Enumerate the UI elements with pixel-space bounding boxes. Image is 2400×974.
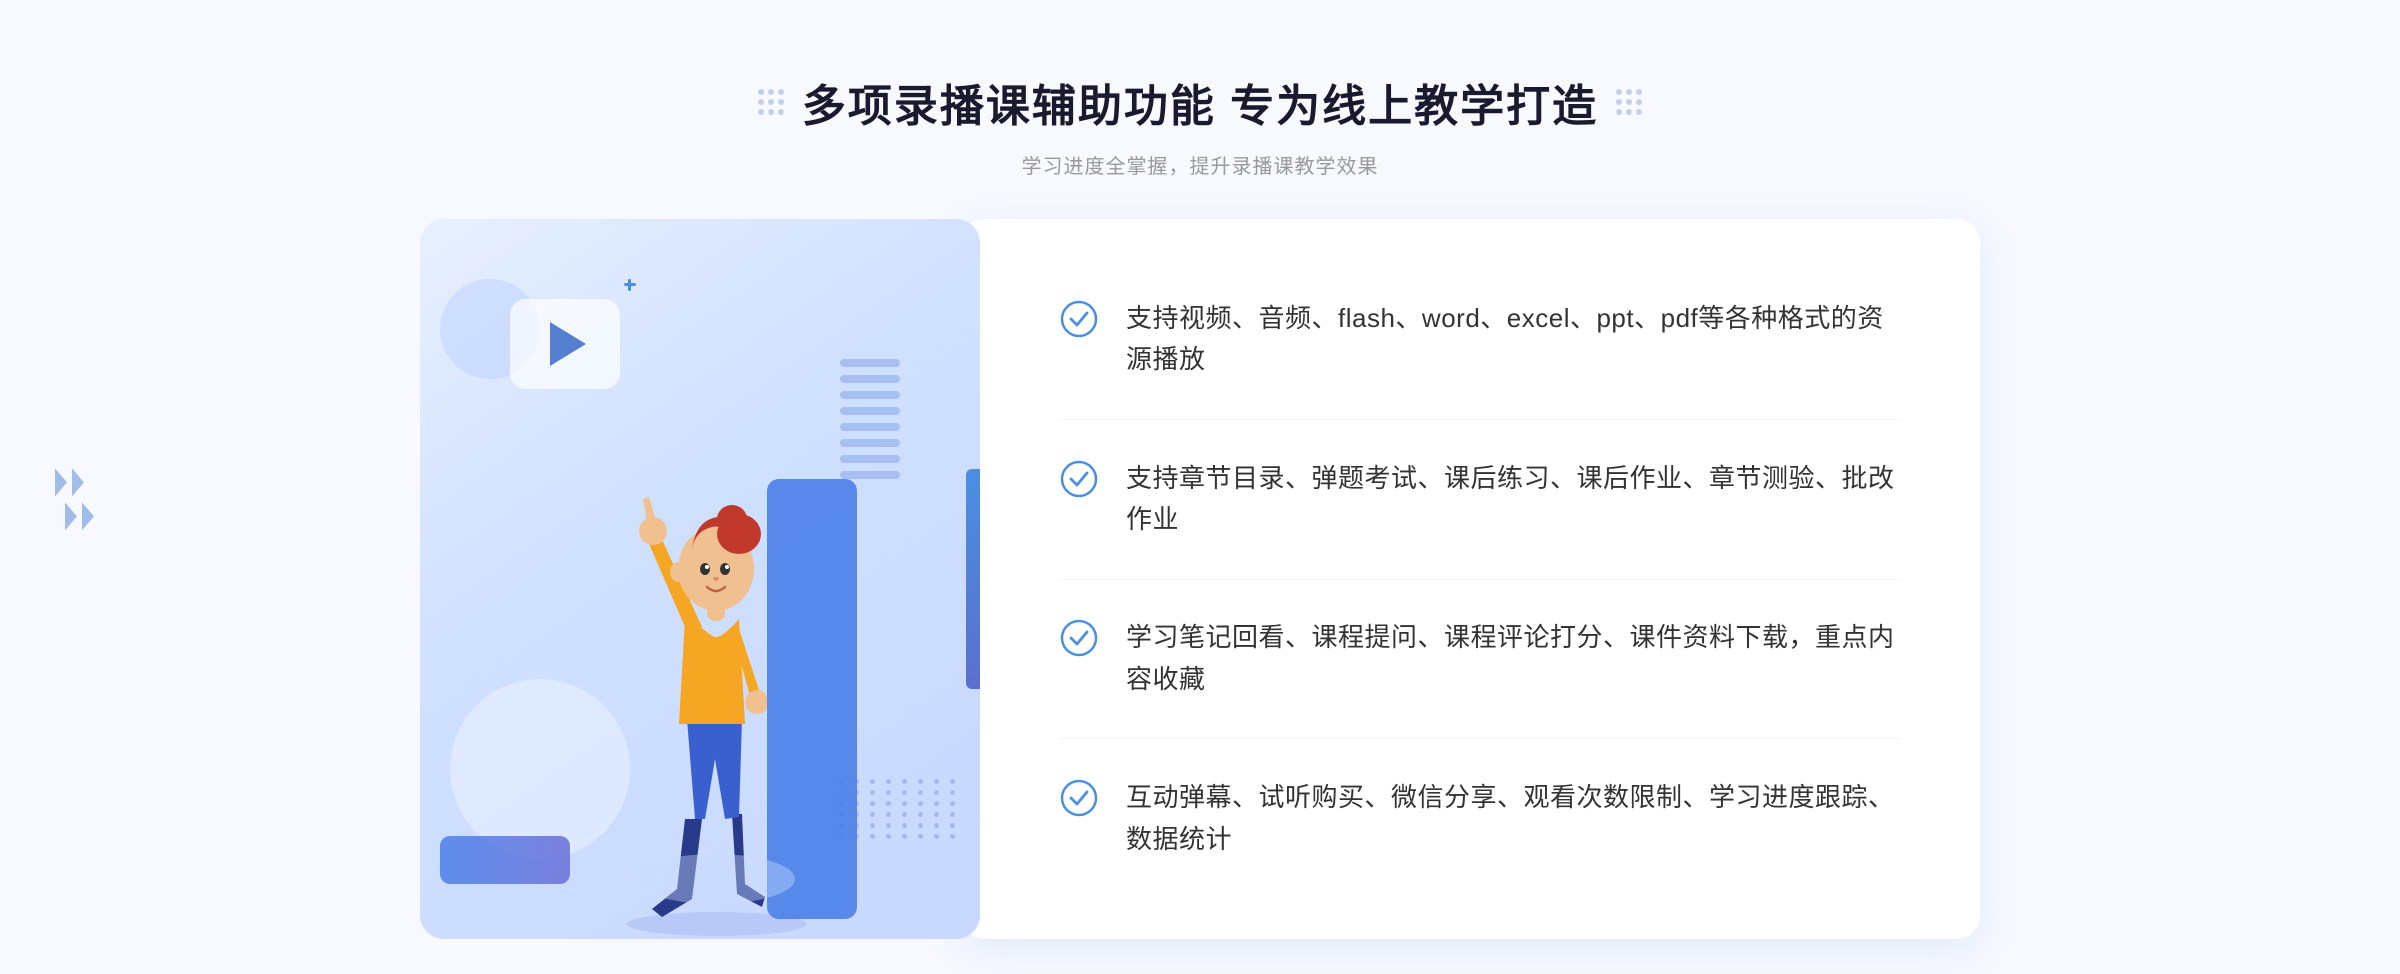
page-title: 多项录播课辅助功能 专为线上教学打造 <box>802 70 1598 134</box>
feature-text-1: 支持视频、音频、flash、word、excel、ppt、pdf等各种格式的资源… <box>1126 298 1900 381</box>
feature-item-2: 支持章节目录、弹题考试、课后练习、课后作业、章节测验、批改作业 <box>1060 438 1900 561</box>
divider-2 <box>1060 579 1900 580</box>
feature-item-1: 支持视频、音频、flash、word、excel、ppt、pdf等各种格式的资源… <box>1060 278 1900 401</box>
feature-text-4: 互动弹幕、试听购买、微信分享、观看次数限制、学习进度跟踪、数据统计 <box>1126 777 1900 860</box>
header-section: 多项录播课辅助功能 专为线上教学打造 学习进度全掌握，提升录播课教学效果 <box>758 0 1642 209</box>
feature-text-3: 学习笔记回看、课程提问、课程评论打分、课件资料下载，重点内容收藏 <box>1126 617 1900 700</box>
feature-text-2: 支持章节目录、弹题考试、课后练习、课后作业、章节测验、批改作业 <box>1126 458 1900 541</box>
check-icon-4 <box>1060 779 1098 817</box>
illustration-panel <box>420 219 980 939</box>
title-row: 多项录播课辅助功能 专为线上教学打造 <box>758 70 1642 134</box>
feature-item-4: 互动弹幕、试听购买、微信分享、观看次数限制、学习进度跟踪、数据统计 <box>1060 757 1900 880</box>
right-dots-deco <box>1616 89 1642 115</box>
left-nav-arrows <box>55 468 94 530</box>
feature-item-3: 学习笔记回看、课程提问、课程评论打分、课件资料下载，重点内容收藏 <box>1060 597 1900 720</box>
page-subtitle: 学习进度全掌握，提升录播课教学效果 <box>758 150 1642 179</box>
accent-bar <box>966 469 980 689</box>
check-icon-3 <box>1060 619 1098 657</box>
check-icon-2 <box>1060 460 1098 498</box>
person-illustration <box>547 359 887 939</box>
main-content: 支持视频、音频、flash、word、excel、ppt、pdf等各种格式的资源… <box>420 219 1980 939</box>
blue-bottom-shape <box>440 836 570 884</box>
divider-1 <box>1060 419 1900 420</box>
left-dots-deco <box>758 89 784 115</box>
features-panel: 支持视频、音频、flash、word、excel、ppt、pdf等各种格式的资源… <box>960 219 1980 939</box>
check-icon-1 <box>1060 300 1098 338</box>
page-wrapper: 多项录播课辅助功能 专为线上教学打造 学习进度全掌握，提升录播课教学效果 <box>0 0 2400 974</box>
divider-3 <box>1060 738 1900 739</box>
sparkle-deco <box>620 279 640 299</box>
